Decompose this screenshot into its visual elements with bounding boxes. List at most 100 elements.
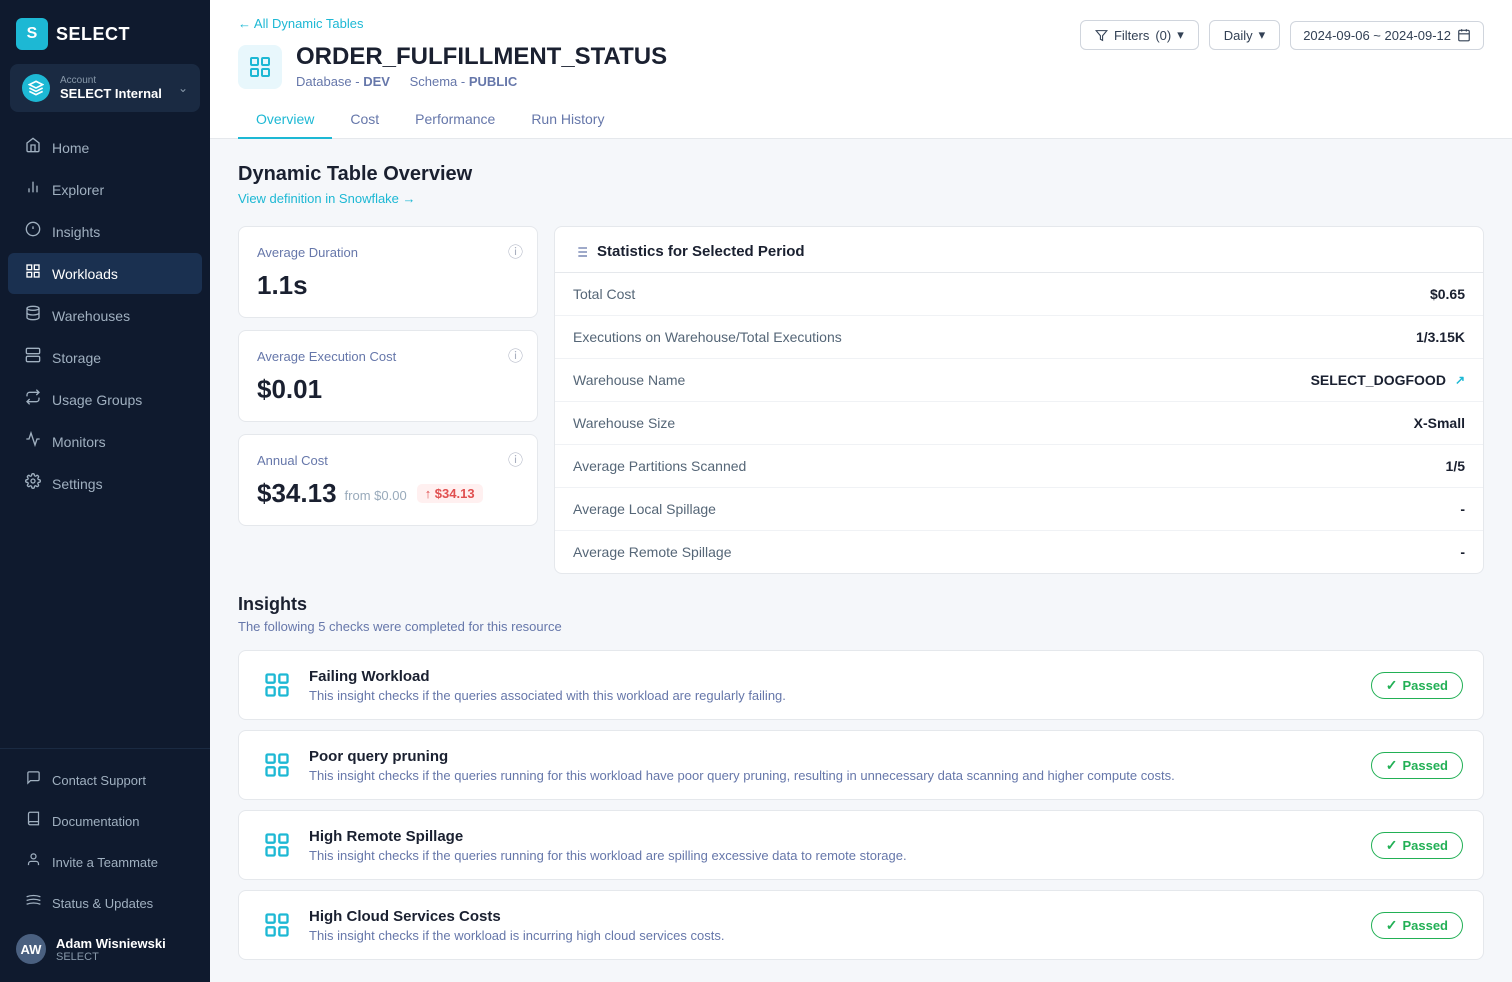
status-updates-label: Status & Updates — [52, 896, 153, 911]
stats-row-avg-local-spillage: Average Local Spillage - — [555, 488, 1483, 531]
sidebar-item-documentation[interactable]: Documentation — [8, 801, 202, 841]
user-row[interactable]: AW Adam Wisniewski SELECT — [0, 924, 210, 974]
schema-meta: Schema - PUBLIC — [410, 74, 518, 89]
sidebar-item-usage-groups[interactable]: Usage Groups — [8, 379, 202, 420]
info-icon-duration[interactable]: ⓘ — [508, 241, 523, 262]
status-icon — [24, 893, 42, 913]
sidebar-item-settings[interactable]: Settings — [8, 463, 202, 504]
stats-val-avg-local-spillage: - — [1460, 501, 1465, 517]
info-icon-exec-cost[interactable]: ⓘ — [508, 345, 523, 366]
home-icon — [24, 137, 42, 158]
workloads-icon — [24, 263, 42, 284]
contact-support-icon — [24, 770, 42, 790]
annual-cost-label: Annual Cost — [257, 453, 519, 468]
usage-groups-icon — [24, 389, 42, 410]
stats-val-total-cost: $0.65 — [1430, 286, 1465, 302]
user-info: Adam Wisniewski SELECT — [56, 936, 166, 963]
breadcrumb[interactable]: ← All Dynamic Tables — [238, 16, 667, 31]
account-label: Account — [60, 75, 168, 86]
sidebar-item-warehouses[interactable]: Warehouses — [8, 295, 202, 336]
user-sub: SELECT — [56, 951, 166, 963]
check-icon: ✓ — [1386, 677, 1398, 694]
insight-name-failing-workload: Failing Workload — [309, 668, 1357, 685]
contact-support-label: Contact Support — [52, 773, 146, 788]
check-icon-2: ✓ — [1386, 757, 1398, 774]
sidebar-item-workloads[interactable]: Workloads — [8, 253, 202, 294]
period-button[interactable]: Daily ▾ — [1209, 20, 1280, 50]
sidebar-item-workloads-label: Workloads — [52, 266, 118, 282]
sidebar-item-invite-teammate[interactable]: Invite a Teammate — [8, 842, 202, 882]
tab-run-history[interactable]: Run History — [513, 101, 622, 139]
insight-desc-high-remote-spillage: This insight checks if the queries runni… — [309, 848, 1357, 863]
page-meta: Database - DEV Schema - PUBLIC — [296, 74, 667, 89]
stats-key-avg-local-spillage: Average Local Spillage — [573, 501, 716, 517]
sidebar-item-insights-label: Insights — [52, 224, 100, 240]
avg-duration-label: Average Duration — [257, 245, 519, 260]
insight-content-high-cloud-services: High Cloud Services Costs This insight c… — [309, 908, 1357, 943]
insight-content-poor-query-pruning: Poor query pruning This insight checks i… — [309, 748, 1357, 783]
metrics-row: ⓘ Average Duration 1.1s ⓘ Average Execut… — [238, 226, 1484, 574]
annual-cost-value: $34.13 — [257, 478, 337, 509]
annual-cost-sub: from $0.00 — [345, 488, 407, 503]
insight-status-high-cloud-services: ✓ Passed — [1371, 912, 1463, 939]
sidebar-item-storage[interactable]: Storage — [8, 337, 202, 378]
check-icon-3: ✓ — [1386, 837, 1398, 854]
account-switcher[interactable]: Account SELECT Internal ⌄ — [10, 64, 200, 112]
passed-label-3: Passed — [1402, 838, 1448, 853]
view-definition-link[interactable]: View definition in Snowflake → — [238, 191, 416, 206]
page-icon — [238, 45, 282, 89]
tab-overview[interactable]: Overview — [238, 101, 332, 139]
overview-title: Dynamic Table Overview — [238, 163, 1484, 186]
sidebar-item-status-updates[interactable]: Status & Updates — [8, 883, 202, 923]
passed-label: Passed — [1402, 678, 1448, 693]
sidebar-bottom: Contact Support Documentation Invite a T… — [0, 748, 210, 982]
sidebar-item-storage-label: Storage — [52, 350, 101, 366]
stats-row-warehouse-name: Warehouse Name SELECT_DOGFOOD ↗ — [555, 359, 1483, 402]
stats-row-executions: Executions on Warehouse/Total Executions… — [555, 316, 1483, 359]
documentation-icon — [24, 811, 42, 831]
insight-status-high-remote-spillage: ✓ Passed — [1371, 832, 1463, 859]
warehouses-icon — [24, 305, 42, 326]
invite-teammate-label: Invite a Teammate — [52, 855, 158, 870]
stats-panel-title: Statistics for Selected Period — [597, 243, 805, 260]
tab-cost[interactable]: Cost — [332, 101, 397, 139]
stats-val-executions: 1/3.15K — [1416, 329, 1465, 345]
explorer-icon — [24, 179, 42, 200]
account-info: Account SELECT Internal — [60, 75, 168, 101]
external-link-icon[interactable]: ↗ — [1455, 373, 1465, 387]
logo: S SELECT — [0, 0, 210, 64]
invite-icon — [24, 852, 42, 872]
sidebar-item-home[interactable]: Home — [8, 127, 202, 168]
stats-key-warehouse-name: Warehouse Name — [573, 372, 685, 388]
database-meta: Database - DEV — [296, 74, 390, 89]
filters-button[interactable]: Filters (0) ▾ — [1080, 20, 1199, 50]
insights-title: Insights — [238, 594, 1484, 615]
sidebar-nav: Home Explorer Insights Workloads Warehou… — [0, 122, 210, 748]
avg-execution-cost-value: $0.01 — [257, 374, 519, 405]
sidebar-item-monitors[interactable]: Monitors — [8, 421, 202, 462]
insight-card-high-cloud-services: High Cloud Services Costs This insight c… — [238, 890, 1484, 960]
sidebar-item-insights[interactable]: Insights — [8, 211, 202, 252]
filters-label: Filters — [1114, 28, 1149, 43]
user-avatar: AW — [16, 934, 46, 964]
stats-row-warehouse-size: Warehouse Size X-Small — [555, 402, 1483, 445]
avg-duration-value: 1.1s — [257, 270, 519, 301]
date-range-button[interactable]: 2024-09-06 ~ 2024-09-12 — [1290, 21, 1484, 50]
insight-desc-high-cloud-services: This insight checks if the workload is i… — [309, 928, 1357, 943]
insight-status-poor-query-pruning: ✓ Passed — [1371, 752, 1463, 779]
insight-name-high-cloud-services: High Cloud Services Costs — [309, 908, 1357, 925]
header-controls: Filters (0) ▾ Daily ▾ 2024-09-06 ~ 2024-… — [1080, 20, 1484, 50]
title-row: ← All Dynamic Tables ORDER_FULFILLMENT_S… — [238, 16, 1484, 89]
insight-card-high-remote-spillage: High Remote Spillage This insight checks… — [238, 810, 1484, 880]
page-header: ← All Dynamic Tables ORDER_FULFILLMENT_S… — [210, 0, 1512, 139]
sidebar-item-contact-support[interactable]: Contact Support — [8, 760, 202, 800]
stats-key-total-cost: Total Cost — [573, 286, 635, 302]
stats-panel: Statistics for Selected Period Total Cos… — [554, 226, 1484, 574]
avg-execution-cost-label: Average Execution Cost — [257, 349, 519, 364]
info-icon-annual[interactable]: ⓘ — [508, 449, 523, 470]
sidebar-item-explorer[interactable]: Explorer — [8, 169, 202, 210]
tab-performance[interactable]: Performance — [397, 101, 513, 139]
stats-row-avg-remote-spillage: Average Remote Spillage - — [555, 531, 1483, 573]
title-left: ← All Dynamic Tables ORDER_FULFILLMENT_S… — [238, 16, 667, 89]
sidebar-item-explorer-label: Explorer — [52, 182, 104, 198]
